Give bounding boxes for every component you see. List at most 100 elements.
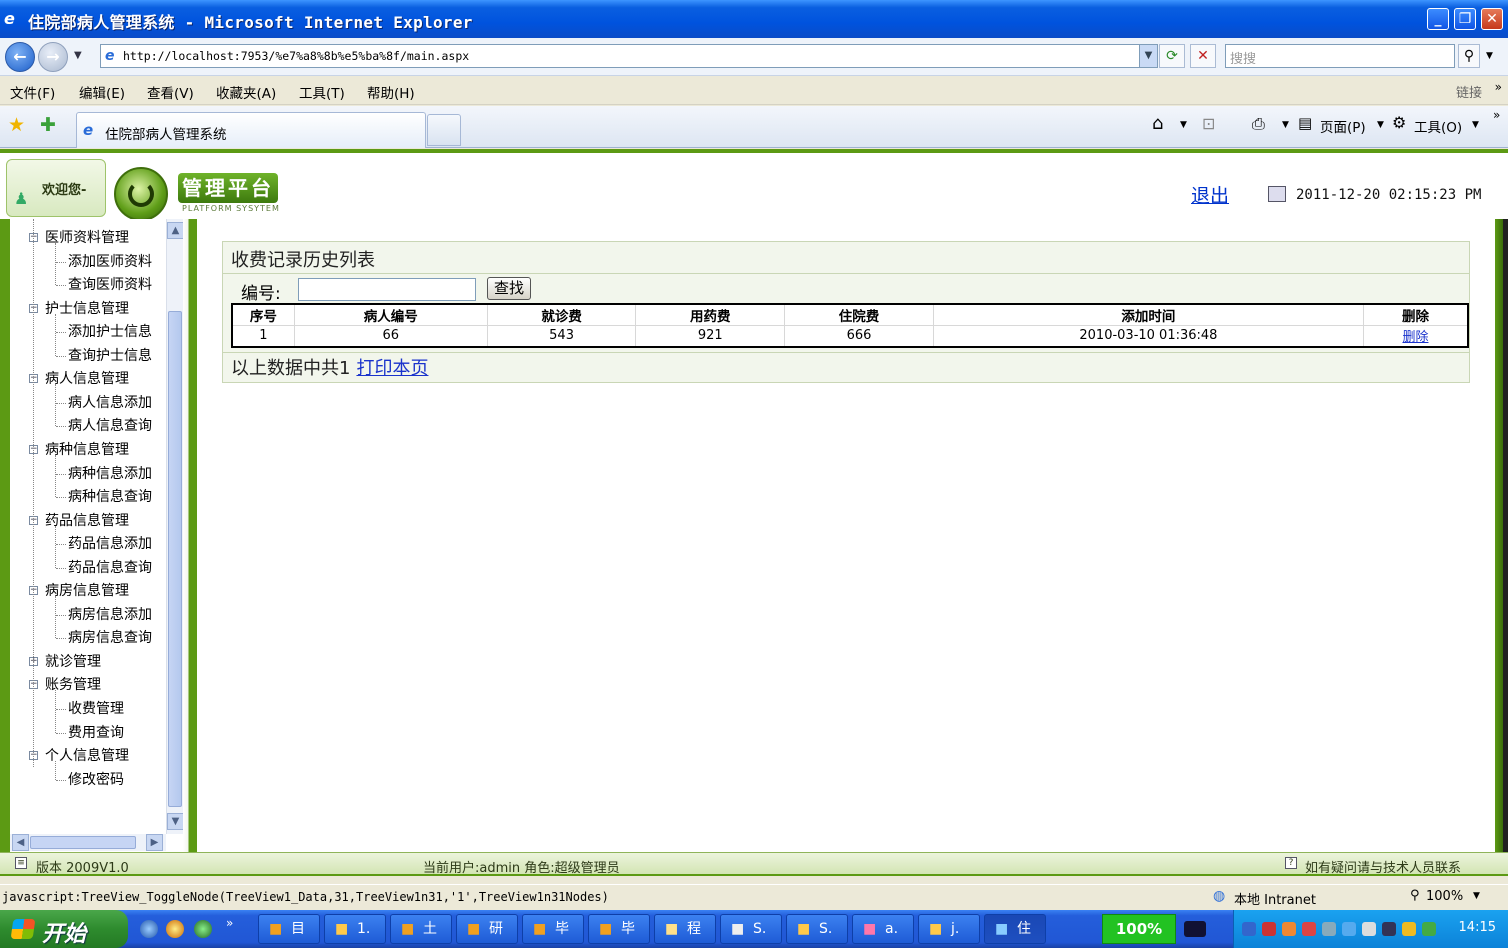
scroll-left-icon[interactable]: ◀ [12,834,29,851]
monitor-icon[interactable] [1302,922,1316,936]
address-bar[interactable]: e http://localhost:7953/%e7%a8%8b%e5%ba%… [100,44,1158,68]
ime-icon[interactable] [1184,921,1206,937]
media-quicklaunch-icon[interactable] [166,920,184,938]
tree-item[interactable]: 病人信息查询 [68,415,152,435]
zoom-dropdown-icon[interactable]: ▼ [1473,891,1480,901]
chevron-right-icon[interactable]: » [1495,80,1502,94]
network-icon[interactable] [1242,922,1256,936]
chevron-right-icon[interactable]: » [226,916,233,930]
taskbar-button[interactable]: ■ 住 [984,914,1046,944]
tree-group[interactable]: 病房信息管理 [45,580,129,600]
taskbar-button[interactable]: ■ j. [918,914,980,944]
close-button[interactable]: ✕ [1481,8,1503,30]
refresh-button[interactable]: ⟳ [1159,44,1185,68]
tree-item[interactable]: 病人信息添加 [68,392,152,412]
tree-item[interactable]: 病种信息查询 [68,486,152,506]
security-icon[interactable] [1262,922,1276,936]
taskbar-button[interactable]: ■ 研 [456,914,518,944]
scroll-down-icon[interactable]: ▼ [167,813,184,830]
page-dropdown-icon[interactable]: ▼ [1377,120,1384,130]
sidebar-horizontal-scrollbar[interactable]: ◀ ▶ [10,834,166,851]
forward-button[interactable]: → [38,42,68,72]
address-url[interactable]: http://localhost:7953/%e7%a8%8b%e5%ba%8f… [123,49,469,63]
chevron-right-icon[interactable]: » [1493,108,1500,122]
tree-item[interactable]: 药品信息查询 [68,557,152,577]
menu-favorites[interactable]: 收藏夹(A) [216,82,276,102]
tree-group[interactable]: 药品信息管理 [45,510,129,530]
favorites-star-icon[interactable]: ★ [8,114,25,136]
search-options-icon[interactable]: ▼ [1486,51,1493,61]
taskbar-button[interactable]: ■ 目 [258,914,320,944]
menu-view[interactable]: 查看(V) [147,82,194,102]
tree-group[interactable]: 就诊管理 [45,651,101,671]
tree-item[interactable]: 药品信息添加 [68,533,152,553]
magnifier-icon[interactable] [1382,922,1396,936]
speaker-icon[interactable] [1322,922,1336,936]
taskbar-button[interactable]: ■ a. [852,914,914,944]
tree-item[interactable]: 查询护士信息 [68,345,152,365]
print-dropdown-icon[interactable]: ▼ [1282,120,1289,130]
print-icon[interactable]: ⎙ [1252,114,1265,134]
qq-icon[interactable] [1282,922,1296,936]
tools-menu[interactable]: 工具(O) [1414,116,1462,136]
frame-divider[interactable] [183,219,197,853]
window-title-bar[interactable]: e 住院部病人管理系统 - Microsoft Internet Explore… [0,0,1508,38]
tree-group[interactable]: 个人信息管理 [45,745,129,765]
home-dropdown-icon[interactable]: ▼ [1180,120,1187,130]
tree-group[interactable]: 医师资料管理 [45,227,129,247]
ie-quicklaunch-icon[interactable] [140,920,158,938]
taskbar-button[interactable]: ■ S. [786,914,848,944]
tree-item[interactable]: 修改密码 [68,769,124,789]
taskbar-clock[interactable]: 14:15 [1459,920,1496,935]
tab-main[interactable]: e 住院部病人管理系统 [76,112,426,148]
app-quicklaunch-icon[interactable] [194,920,212,938]
tree-group[interactable]: 护士信息管理 [45,298,129,318]
taskbar-button[interactable]: ■ 毕 [522,914,584,944]
menu-tools[interactable]: 工具(T) [299,82,345,102]
address-dropdown-icon[interactable]: ▼ [1139,45,1157,67]
globe-icon[interactable] [1342,922,1356,936]
scroll-right-icon[interactable]: ▶ [146,834,163,851]
security-zone[interactable]: 本地 Intranet [1234,889,1316,908]
print-page-link[interactable]: 打印本页 [356,358,428,379]
taskbar-button[interactable]: ■ S. [720,914,782,944]
zoom-indicator[interactable]: 100% [1102,914,1176,944]
scroll-up-icon[interactable]: ▲ [167,222,184,239]
tree-item[interactable]: 添加医师资料 [68,251,152,271]
taskbar-button[interactable]: ■ 毕 [588,914,650,944]
maximize-button[interactable]: ❐ [1454,8,1476,30]
sidebar-vertical-scrollbar[interactable]: ▲ ▼ [166,219,184,834]
tree-group[interactable]: 病种信息管理 [45,439,129,459]
taskbar-button[interactable]: ■ 1. [324,914,386,944]
start-button[interactable]: 开始 [0,910,128,948]
id-search-input[interactable] [298,278,476,301]
minimize-button[interactable]: _ [1427,8,1449,30]
tree-group[interactable]: 病人信息管理 [45,368,129,388]
home-icon[interactable]: ⌂ [1152,113,1163,134]
back-button[interactable]: ← [5,42,35,72]
tree-item[interactable]: 添加护士信息 [68,321,152,341]
tree-item[interactable]: 病房信息添加 [68,604,152,624]
shield-icon[interactable] [1422,922,1436,936]
plus-icon[interactable] [1402,922,1416,936]
search-input[interactable]: 搜搜 [1225,44,1455,68]
taskbar-button[interactable]: ■ 程 [654,914,716,944]
feeds-icon[interactable]: ⊡ [1202,114,1215,133]
logout-link[interactable]: 退出 [1191,181,1229,208]
menu-file[interactable]: 文件(F) [10,82,55,102]
tree-item[interactable]: 病种信息添加 [68,463,152,483]
tree-item[interactable]: 费用查询 [68,722,124,742]
find-button[interactable]: 查找 [487,277,531,300]
menu-help[interactable]: 帮助(H) [367,82,415,102]
taskbar-button[interactable]: ■ 土 [390,914,452,944]
history-dropdown-icon[interactable]: ▼ [74,50,82,61]
hscroll-thumb[interactable] [30,836,136,849]
drive-icon[interactable] [1362,922,1376,936]
new-tab-button[interactable] [427,114,461,146]
add-favorite-icon[interactable]: ✚ [40,114,56,136]
delete-link[interactable]: 删除 [1402,330,1428,345]
tree-item[interactable]: 收费管理 [68,698,124,718]
tree-group[interactable]: 账务管理 [45,674,101,694]
tools-dropdown-icon[interactable]: ▼ [1472,120,1479,130]
search-icon[interactable]: ⚲ [1458,44,1480,68]
